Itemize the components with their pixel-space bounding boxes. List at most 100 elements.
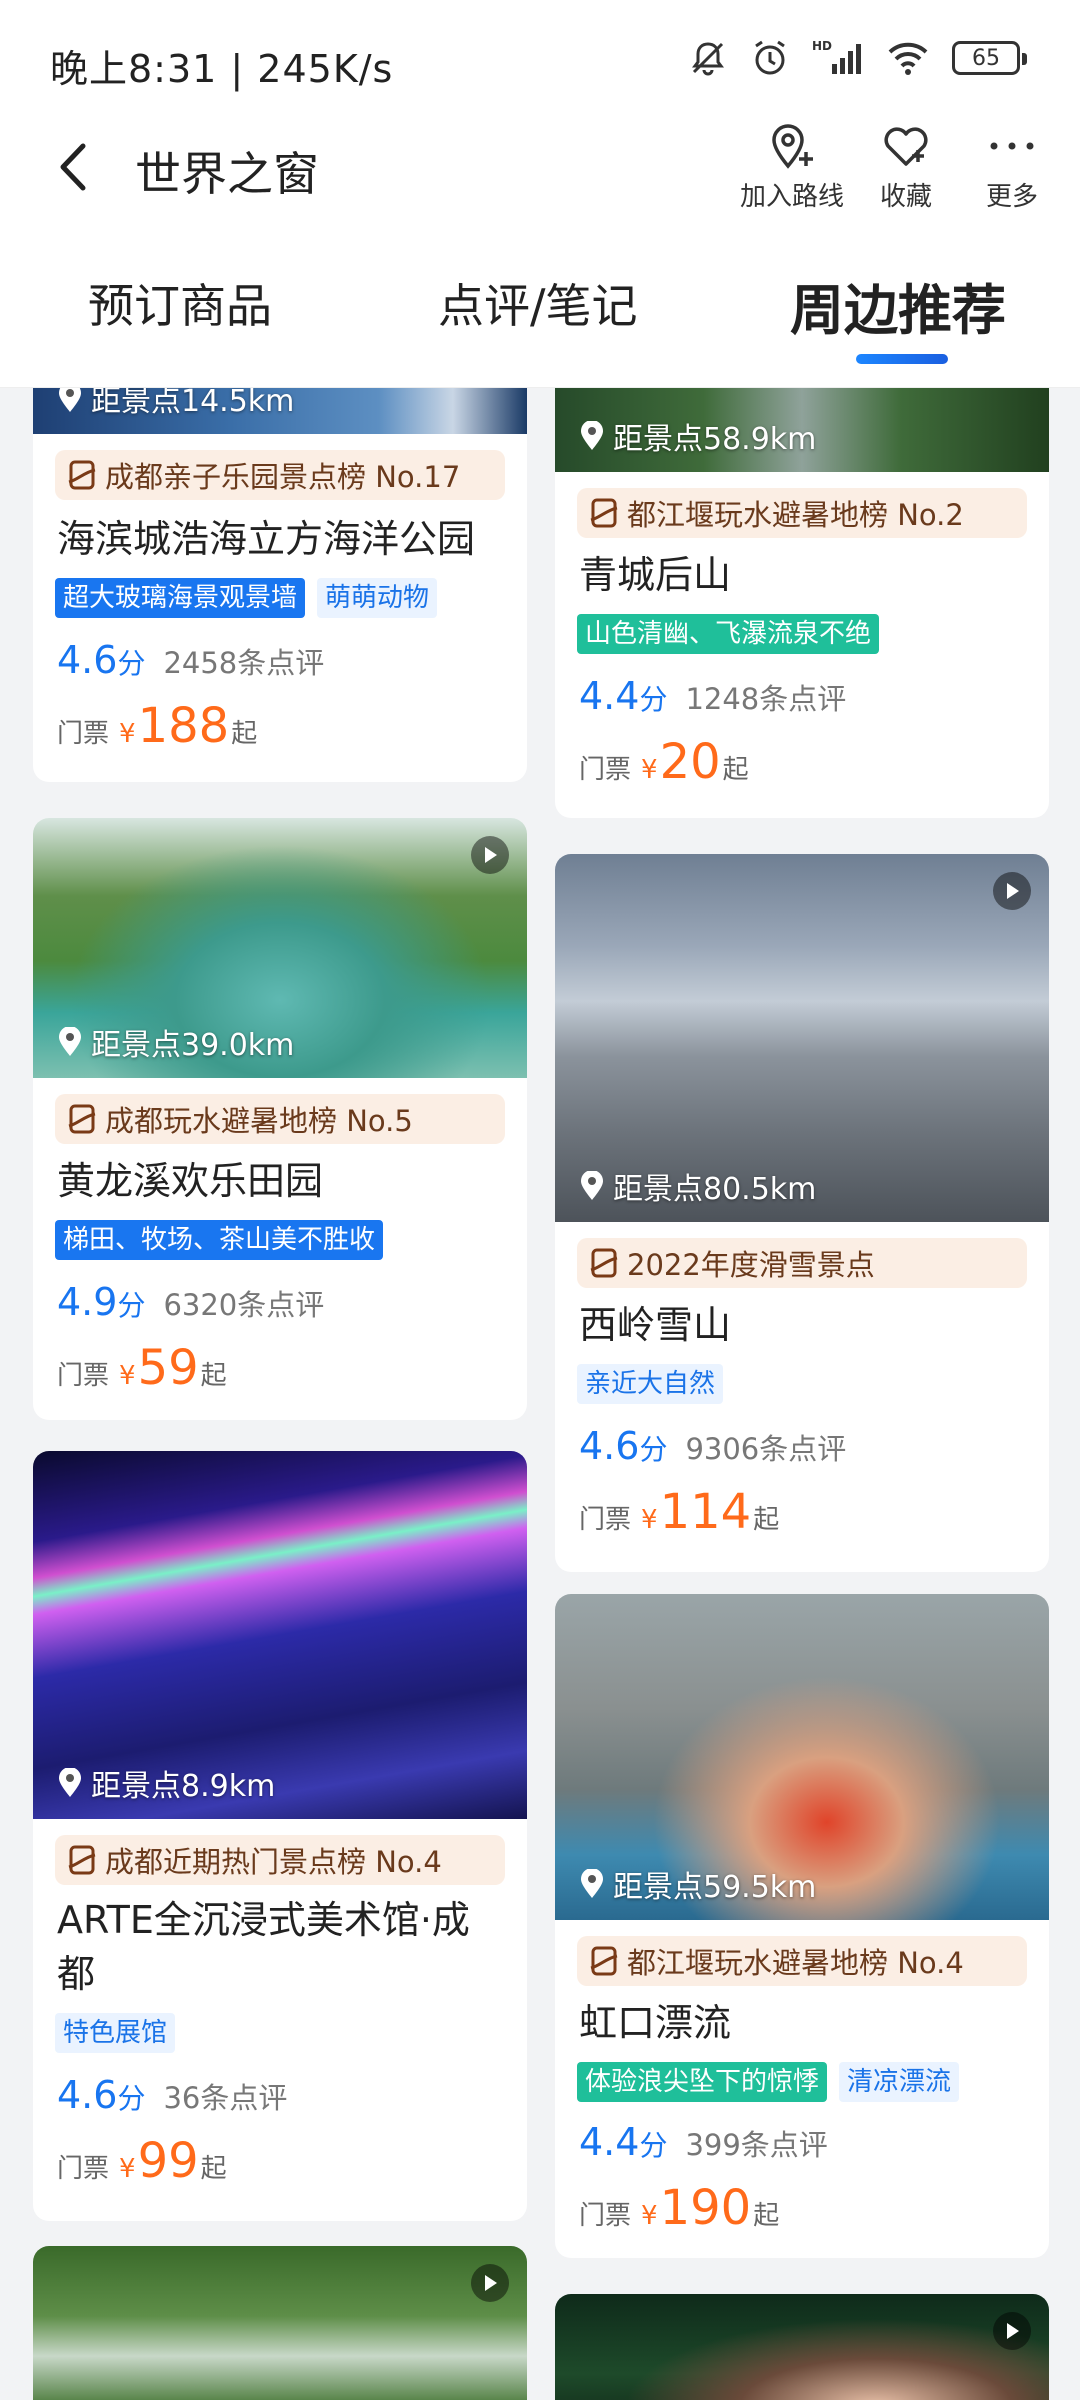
tab-reviews[interactable]: 点评/笔记	[438, 270, 638, 336]
wifi-icon	[888, 42, 928, 75]
page-title: 世界之窗	[135, 147, 319, 201]
play-icon	[1007, 883, 1019, 899]
rank-ribbon-icon	[68, 1104, 96, 1134]
video-play-button[interactable]	[993, 872, 1031, 910]
location-pin-icon	[581, 1869, 603, 1898]
poi-image: 距景点8.9km	[33, 1451, 527, 1819]
poi-name: 海滨城浩海立方海洋公园	[57, 517, 476, 561]
rating-row: 4.6分 36条点评	[57, 2073, 287, 2117]
more-button[interactable]: 更多	[984, 118, 1040, 213]
location-pin-icon	[581, 1171, 603, 1200]
poi-image: 距景点80.5km	[555, 854, 1049, 1222]
back-arrow-icon	[60, 143, 86, 191]
location-pin-icon	[59, 1027, 81, 1056]
review-count: 2458条点评	[163, 646, 325, 680]
rank-ribbon-icon	[68, 460, 96, 490]
poi-card[interactable]: 距景点39.0km 成都玩水避暑地榜 No.5 黄龙溪欢乐田园 梯田、牧场、茶山…	[33, 818, 527, 1420]
poi-image: 距景点58.9km	[555, 388, 1049, 472]
review-count: 1248条点评	[685, 682, 847, 716]
price-row: 门票 ¥59 起	[57, 1340, 227, 1396]
rank-badge: 成都近期热门景点榜 No.4	[55, 1835, 505, 1885]
alarm-icon	[755, 40, 785, 75]
tab-nearby[interactable]: 周边推荐	[790, 266, 1006, 345]
distance-label: 距景点80.5km	[579, 1164, 816, 1208]
location-pin-icon	[59, 388, 81, 412]
poi-card[interactable]: 距景点8.9km 成都近期热门景点榜 No.4 ARTE全沉浸式美术馆·成都 特…	[33, 1451, 527, 2221]
back-button[interactable]	[38, 132, 108, 202]
poi-card[interactable]: 距景点58.9km 都江堰玩水避暑地榜 No.2 青城后山 山色清幽、飞瀑流泉不…	[555, 388, 1049, 818]
tag-list: 亲近大自然	[577, 1364, 724, 1404]
poi-image: 距景点39.0km	[33, 818, 527, 1078]
status-icons: HD 65	[688, 38, 1027, 78]
rank-badge: 成都亲子乐园景点榜 No.17	[55, 450, 505, 500]
poi-card[interactable]	[555, 2294, 1049, 2400]
video-play-button[interactable]	[993, 2312, 1031, 2350]
distance-label: 距景点59.5km	[579, 1862, 816, 1906]
tag-list: 体验浪尖坠下的惊悸 清凉漂流	[577, 2062, 960, 2102]
favorite-button[interactable]: 收藏	[878, 118, 934, 213]
video-play-button[interactable]	[471, 836, 509, 874]
rank-ribbon-icon	[590, 498, 618, 528]
price-row: 门票 ¥190 起	[579, 2180, 780, 2236]
price: 20	[659, 734, 721, 790]
rank-badge: 2022年度滑雪景点	[577, 1238, 1027, 1288]
play-icon	[1007, 2323, 1019, 2339]
distance-label: 距景点39.0km	[57, 1020, 294, 1064]
status-time: 晚上8:31 | 245K/s	[50, 47, 394, 91]
distance-label: 距景点8.9km	[57, 1761, 275, 1805]
add-route-button[interactable]: 加入路线	[740, 118, 844, 213]
price: 188	[137, 698, 230, 754]
poi-image	[555, 2294, 1049, 2400]
price: 99	[137, 2133, 199, 2189]
price-row: 门票 ¥114 起	[579, 1484, 780, 1540]
active-tab-indicator	[856, 354, 948, 364]
signal-icon: HD	[812, 39, 861, 74]
price: 190	[659, 2180, 752, 2236]
tag: 特色展馆	[55, 2013, 176, 2053]
poi-image: 距景点14.5km	[33, 388, 527, 434]
status-bar: 晚上8:31 | 245K/s HD 65	[0, 0, 1080, 120]
rank-badge: 都江堰玩水避暑地榜 No.2	[577, 488, 1027, 538]
nearby-feed[interactable]: 距景点14.5km 成都亲子乐园景点榜 No.17 海滨城浩海立方海洋公园 超大…	[0, 388, 1080, 2400]
poi-card[interactable]: 距景点59.5km 都江堰玩水避暑地榜 No.4 虹口漂流 体验浪尖坠下的惊悸 …	[555, 1594, 1049, 2258]
rating-score: 4.6分	[579, 1424, 668, 1468]
rating-score: 4.6分	[57, 638, 146, 682]
rating-score: 4.6分	[57, 2073, 146, 2117]
more-label: 更多	[985, 182, 1038, 212]
rank-ribbon-icon	[68, 1845, 96, 1875]
location-pin-icon	[59, 1768, 81, 1797]
video-play-button[interactable]	[471, 2264, 509, 2302]
poi-card[interactable]: 距景点80.5km 2022年度滑雪景点 西岭雪山 亲近大自然 4.6分 930…	[555, 854, 1049, 1572]
rating-score: 4.4分	[579, 674, 668, 718]
tag-list: 梯田、牧场、茶山美不胜收	[55, 1220, 384, 1260]
tab-booking[interactable]: 预订商品	[88, 270, 272, 336]
poi-name: 虹口漂流	[579, 2001, 732, 2045]
svg-text:HD: HD	[812, 39, 832, 53]
tab-bar: 预订商品 点评/笔记 周边推荐	[0, 230, 1080, 388]
poi-card[interactable]: 距景点14.5km 成都亲子乐园景点榜 No.17 海滨城浩海立方海洋公园 超大…	[33, 388, 527, 782]
play-icon	[485, 847, 497, 863]
favorite-label: 收藏	[879, 182, 932, 212]
rating-score: 4.4分	[579, 2120, 668, 2164]
rating-row: 4.6分 9306条点评	[579, 1424, 846, 1468]
rating-row: 4.4分 399条点评	[579, 2120, 828, 2164]
tag: 超大玻璃海景观景墙	[55, 578, 306, 618]
tag-list: 特色展馆	[55, 2013, 176, 2053]
add-route-icon	[772, 124, 813, 169]
review-count: 6320条点评	[163, 1288, 325, 1322]
rank-badge: 成都玩水避暑地榜 No.5	[55, 1094, 505, 1144]
tag: 清凉漂流	[839, 2062, 960, 2102]
location-pin-icon	[581, 421, 603, 450]
tag: 萌萌动物	[317, 578, 438, 618]
poi-name: 黄龙溪欢乐田园	[57, 1159, 324, 1203]
rating-row: 4.9分 6320条点评	[57, 1280, 324, 1324]
play-icon	[485, 2275, 497, 2291]
review-count: 399条点评	[685, 2128, 828, 2162]
rank-ribbon-icon	[590, 1946, 618, 1976]
review-count: 9306条点评	[685, 1432, 847, 1466]
poi-card[interactable]	[33, 2246, 527, 2400]
rank-ribbon-icon	[590, 1248, 618, 1278]
favorite-icon	[884, 127, 928, 166]
tag: 梯田、牧场、茶山美不胜收	[55, 1220, 384, 1260]
rank-badge: 都江堰玩水避暑地榜 No.4	[577, 1936, 1027, 1986]
